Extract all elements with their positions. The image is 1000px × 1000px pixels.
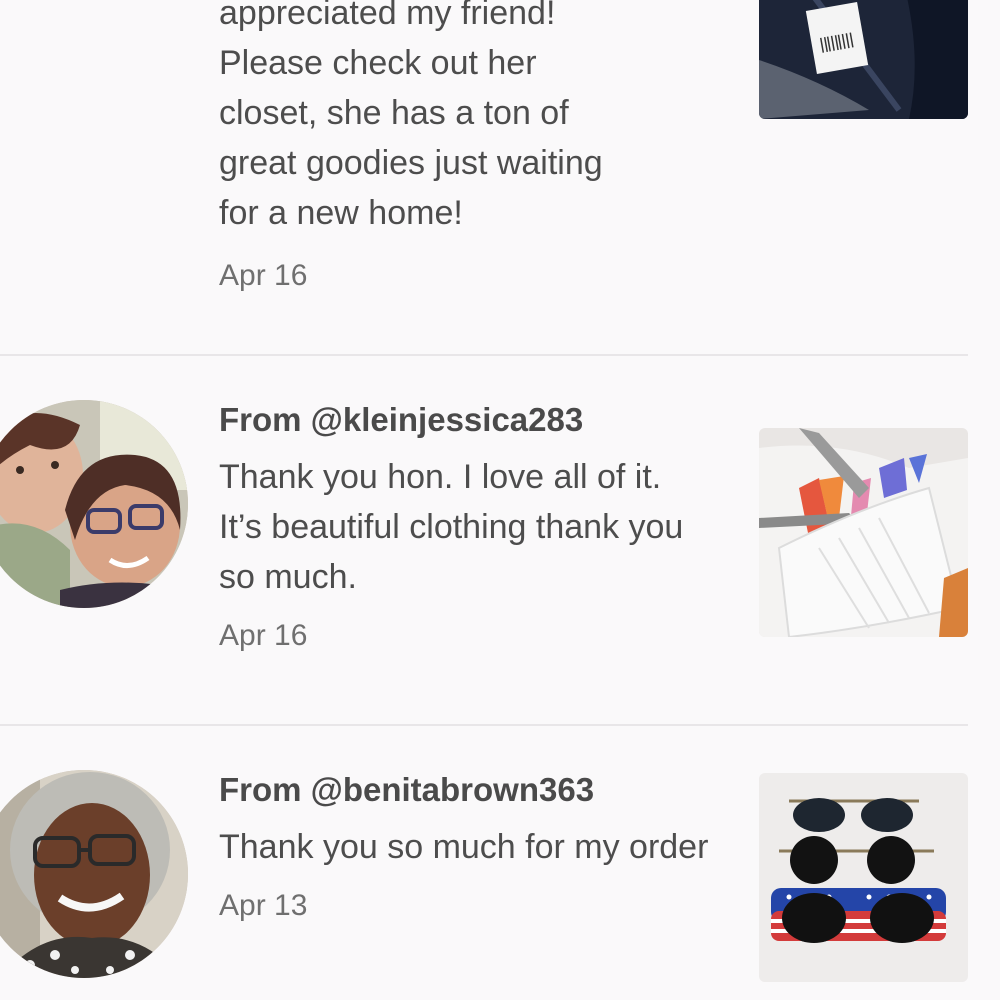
user-avatar[interactable] <box>0 770 188 978</box>
note-sender[interactable]: From @kleinjessica283 <box>219 400 709 440</box>
user-avatar[interactable] <box>0 400 188 608</box>
note-message: Thank you so much for my order <box>219 828 709 866</box>
note-text-block: appreciated my friend! Please check out … <box>219 0 709 296</box>
divider <box>0 724 968 726</box>
message-line: closet, she has a ton of <box>219 94 569 132</box>
note-date: Apr 13 <box>219 889 308 922</box>
divider <box>0 354 968 356</box>
note-text-block: From @kleinjessica283 Thank you hon. I l… <box>219 400 709 656</box>
note-message: Thank you hon. I love all of it. It’s be… <box>219 458 684 596</box>
note-message: appreciated my friend! Please check out … <box>219 0 709 238</box>
listing-thumbnail[interactable] <box>759 428 968 637</box>
note-date: Apr 16 <box>219 259 308 292</box>
listing-thumbnail[interactable] <box>759 773 968 982</box>
note-sender[interactable]: From @benitabrown363 <box>219 770 709 810</box>
message-line: for a new home! <box>219 194 463 232</box>
note-date: Apr 16 <box>219 619 308 652</box>
message-line: Please check out her <box>219 44 537 82</box>
listing-thumbnail[interactable] <box>759 0 968 119</box>
message-line: appreciated my friend! <box>219 0 556 32</box>
note-text-block: From @benitabrown363 Thank you so much f… <box>219 770 709 926</box>
message-line: great goodies just waiting <box>219 144 603 182</box>
